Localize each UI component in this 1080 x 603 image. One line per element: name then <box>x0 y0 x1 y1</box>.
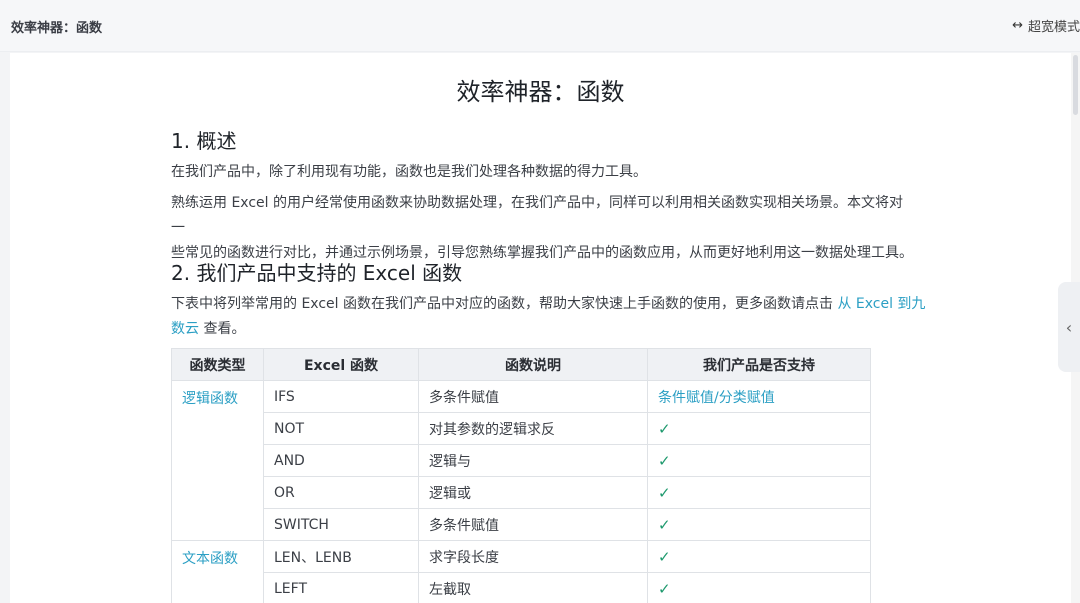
wide-mode-label: 超宽模式 <box>1027 20 1080 35</box>
support-cell: ✓ <box>647 412 871 445</box>
function-table: 函数类型 Excel 函数 函数说明 我们产品是否支持 逻辑函数 IFS 多条件… <box>171 348 871 603</box>
checkmark-icon: ✓ <box>658 419 671 438</box>
checkmark-icon: ✓ <box>658 579 671 598</box>
support-cell: 条件赋值/分类赋值 <box>647 380 871 413</box>
wide-mode-button[interactable]: ↔ 超宽模式 <box>1012 16 1080 35</box>
support-cell: ✓ <box>647 572 871 603</box>
checkmark-icon: ✓ <box>658 451 671 470</box>
desc-cell: 多条件赋值 <box>418 508 648 541</box>
table-header-row: 函数类型 Excel 函数 函数说明 我们产品是否支持 <box>171 348 871 381</box>
support-cell: ✓ <box>647 540 871 573</box>
checkmark-icon: ✓ <box>658 483 671 502</box>
side-panel-toggle[interactable]: ‹ <box>1058 282 1080 372</box>
table-row: 文本函数 LEN、LENB 求字段长度 ✓ <box>171 540 871 603</box>
chevron-left-icon: ‹ <box>1065 317 1073 337</box>
desc-cell: 求字段长度 <box>418 540 648 573</box>
excel-to-jiushuyun-link[interactable]: 从 Excel 到九 <box>837 296 925 312</box>
section-heading-supported: 2. 我们产品中支持的 Excel 函数 <box>171 261 463 285</box>
support-cell: ✓ <box>647 508 871 541</box>
col-header-type: 函数类型 <box>171 348 264 381</box>
excel-fn-cell: LEN、LENB <box>263 540 419 573</box>
breadcrumb: 效率神器：函数 <box>11 21 103 36</box>
col-header-support: 我们产品是否支持 <box>647 348 871 381</box>
overview-paragraph-1: 在我们产品中，除了利用现有功能，函数也是我们处理各种数据的得力工具。 <box>171 164 647 180</box>
excel-fn-cell: AND <box>263 444 419 477</box>
desc-cell: 多条件赋值 <box>418 380 648 413</box>
table-row: NOT 对其参数的逻辑求反 ✓ <box>172 412 871 445</box>
table-row: LEFT 左截取 ✓ <box>172 572 871 603</box>
type-cell: 文本函数 <box>171 540 264 603</box>
overview-paragraph-2-line-1: 熟练运用 Excel 的用户经常使用函数来协助数据处理，在我们产品中，同样可以利… <box>171 195 903 236</box>
desc-cell: 逻辑或 <box>418 476 648 509</box>
col-header-excel: Excel 函数 <box>263 348 419 381</box>
excel-to-jiushuyun-link-cont[interactable]: 数云 <box>171 321 199 337</box>
table-row: SWITCH 多条件赋值 ✓ <box>172 508 871 541</box>
page-title: 效率神器：函数 <box>456 78 625 106</box>
checkmark-icon: ✓ <box>658 515 671 534</box>
section-heading-overview: 1. 概述 <box>171 129 237 153</box>
supported-paragraph-suffix: 查看。 <box>199 321 246 337</box>
desc-cell: 对其参数的逻辑求反 <box>418 412 648 445</box>
top-bar: 效率神器：函数 ↔ 超宽模式 <box>0 0 1080 52</box>
desc-cell: 逻辑与 <box>418 444 648 477</box>
support-cell: ✓ <box>647 476 871 509</box>
scrollbar-thumb[interactable] <box>1073 55 1078 115</box>
supported-paragraph-text: 下表中将列举常用的 Excel 函数在我们产品中对应的函数，帮助大家快速上手函数… <box>171 296 838 312</box>
desc-cell: 左截取 <box>418 572 648 603</box>
table-row: AND 逻辑与 ✓ <box>172 444 871 477</box>
supported-paragraph: 下表中将列举常用的 Excel 函数在我们产品中对应的函数，帮助大家快速上手函数… <box>171 292 931 342</box>
overview-paragraph-2: 熟练运用 Excel 的用户经常使用函数来协助数据处理，在我们产品中，同样可以利… <box>171 191 916 266</box>
excel-fn-cell: NOT <box>263 412 419 445</box>
support-cell: ✓ <box>647 444 871 477</box>
excel-fn-cell: SWITCH <box>263 508 419 541</box>
excel-fn-cell: IFS <box>263 380 419 413</box>
expand-horizontal-icon: ↔ <box>1012 18 1023 33</box>
table-row: 逻辑函数 IFS 多条件赋值 条件赋值/分类赋值 <box>171 380 871 541</box>
excel-fn-cell: OR <box>263 476 419 509</box>
excel-fn-cell: LEFT <box>263 572 419 603</box>
checkmark-icon: ✓ <box>658 547 671 566</box>
col-header-desc: 函数说明 <box>418 348 648 381</box>
table-row: OR 逻辑或 ✓ <box>172 476 871 509</box>
type-cell: 逻辑函数 <box>171 380 264 541</box>
